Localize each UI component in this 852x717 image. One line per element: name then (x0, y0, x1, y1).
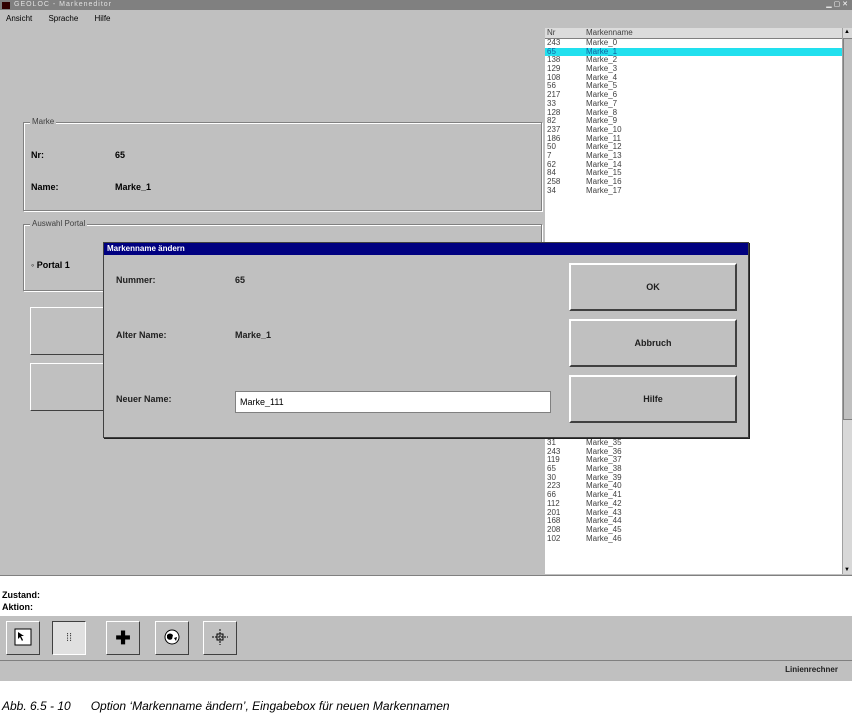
menu-bar: Ansicht Sprache Hilfe (0, 10, 852, 27)
select-arrow-icon (14, 628, 32, 649)
move-target-icon (211, 628, 229, 649)
zustand-label: Zustand: (2, 590, 40, 600)
toolbar: ⁞⁞ ✚ (0, 615, 852, 661)
nummer-label: Nummer: (116, 275, 156, 285)
hilfe-button[interactable]: Hilfe (569, 375, 737, 423)
globe-tool-button[interactable] (155, 621, 189, 655)
menu-sprache[interactable]: Sprache (48, 14, 78, 23)
title-bar: GEOLOC - Markeneditor ▁ ▢ ✕ (0, 0, 852, 10)
neuer-name-label: Neuer Name: (116, 394, 172, 404)
nr-value: 65 (115, 150, 126, 160)
ok-button[interactable]: OK (569, 263, 737, 311)
app-icon (2, 2, 10, 9)
globe-icon (164, 629, 180, 648)
select-tool-button[interactable] (6, 621, 40, 655)
scroll-thumb[interactable] (843, 38, 852, 420)
neuer-name-input[interactable] (235, 391, 551, 413)
list-rows-bottom: 31 Marke_35 243 Marke_36 119 Marke_37 65 Marke_… (545, 438, 842, 544)
portal-group-title: Auswahl Portal (30, 219, 88, 228)
grid-tool-button[interactable]: ⁞⁞ (52, 621, 86, 655)
column-header-name[interactable]: Markenname (586, 28, 633, 38)
menu-hilfe[interactable]: Hilfe (95, 14, 111, 23)
name-value: Marke_1 (115, 182, 152, 192)
list-item[interactable]: 34 Marke_17 (545, 185, 842, 196)
ok-button-label: OK (646, 282, 660, 292)
hilfe-button-label: Hilfe (643, 394, 663, 404)
list-scrollbar[interactable]: ▲ ▼ (842, 28, 852, 574)
dialog-title: Markenname ändern (107, 244, 185, 253)
window-controls[interactable]: ▁ ▢ ✕ (826, 0, 848, 10)
portal-radio[interactable]: ◦ Portal 1 (31, 260, 70, 270)
list-item-name: Marke_17 (586, 185, 622, 195)
list-item-name: Marke_46 (586, 533, 622, 543)
list-item[interactable]: 102 Marke_46 (545, 533, 842, 544)
scroll-up-icon[interactable]: ▲ (844, 29, 850, 35)
caption-number: Abb. 6.5 - 10 (2, 699, 71, 713)
abbruch-button[interactable]: Abbruch (569, 319, 737, 367)
column-header-nr[interactable]: Nr (547, 28, 555, 38)
list-rows-top: 243 Marke_0 65 Marke_1 138 Marke_2 129 Marke_3 1… (545, 38, 842, 196)
action-button-1[interactable] (30, 307, 105, 355)
rename-dialog: Markenname ändern Nummer: 65 Alter Name:… (103, 242, 749, 438)
marke-group-title: Marke (30, 117, 57, 126)
caption-text: Option ‘Markenname ändern’, Eingabebox f… (90, 699, 450, 713)
alter-name-value: Marke_1 (235, 330, 272, 340)
nr-label: Nr: (31, 150, 44, 160)
crosshair-plus-icon: ✚ (115, 627, 131, 648)
name-label: Name: (31, 182, 59, 192)
menu-ansicht[interactable]: Ansicht (6, 14, 32, 23)
grid-marks-icon: ⁞⁞ (65, 632, 73, 644)
alter-name-label: Alter Name: (116, 330, 167, 340)
figure-caption: Abb. 6.5 - 10 Option ‘Markenname ändern’,… (2, 699, 450, 713)
bottom-status-bar: Linienrechner (0, 660, 852, 681)
bottom-status-text: Linienrechner (785, 665, 838, 674)
application-window: GEOLOC - Markeneditor ▁ ▢ ✕ Ansicht Spra… (0, 0, 852, 681)
dialog-title-bar: Markenname ändern (104, 243, 748, 255)
action-button-2[interactable] (30, 363, 105, 411)
list-item-nr: 34 (547, 185, 556, 195)
aktion-label: Aktion: (2, 602, 33, 612)
scroll-down-icon[interactable]: ▼ (844, 567, 850, 573)
marke-group: Marke Nr: 65 Name: Marke_1 (23, 117, 542, 211)
move-tool-button[interactable] (203, 621, 237, 655)
cross-tool-button[interactable]: ✚ (106, 621, 140, 655)
list-item-nr: 102 (547, 533, 561, 543)
portal-radio-label: Portal 1 (36, 260, 70, 270)
abbruch-button-label: Abbruch (634, 338, 672, 348)
window-title: GEOLOC - Markeneditor (14, 1, 113, 8)
status-panel: Zustand: Aktion: (0, 575, 852, 616)
nummer-value: 65 (235, 275, 246, 285)
